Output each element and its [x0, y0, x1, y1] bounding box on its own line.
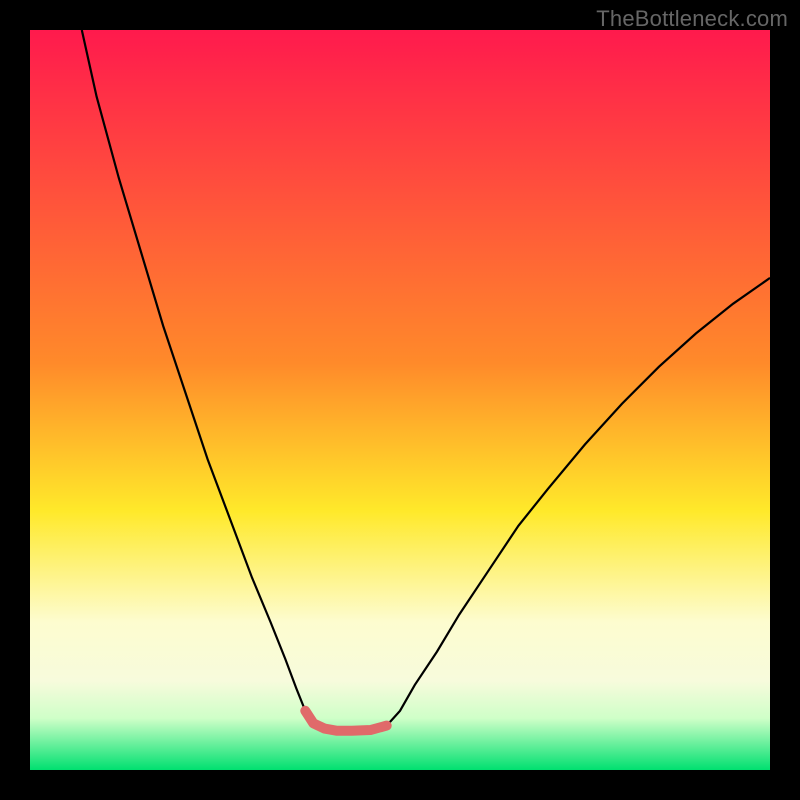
chart-frame: { "watermark": "TheBottleneck.com", "cha…	[0, 0, 800, 800]
bottleneck-chart	[0, 0, 800, 800]
plot-background	[30, 30, 770, 770]
watermark-text: TheBottleneck.com	[596, 6, 788, 32]
